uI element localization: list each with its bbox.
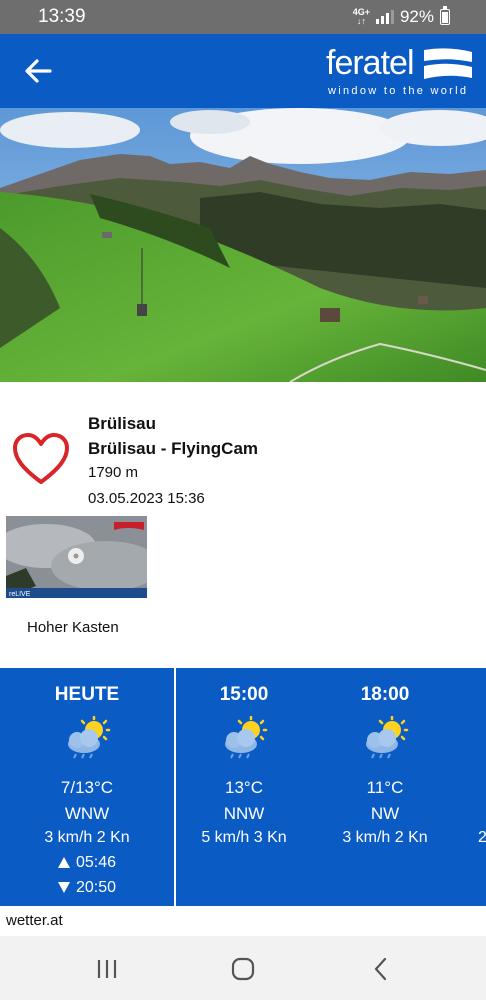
forecast-label: 18:00 bbox=[360, 684, 410, 705]
forecast-wind-speed: 3 km/h 2 Kn bbox=[44, 829, 130, 846]
back-icon[interactable] bbox=[366, 956, 396, 982]
forecast-wind-speed: 5 km/h 3 Kn bbox=[201, 829, 287, 846]
partly-sunny-rain-icon bbox=[68, 716, 111, 759]
signal-icon bbox=[375, 10, 394, 24]
home-icon[interactable] bbox=[228, 956, 258, 982]
forecast-temp: 7/13°C bbox=[60, 778, 114, 797]
battery-icon bbox=[440, 6, 450, 25]
sunset: 20:50 bbox=[0, 879, 174, 897]
forecast-wind-direction: WNW bbox=[64, 804, 110, 823]
webcam-image[interactable] bbox=[0, 108, 486, 382]
forecast-wind-direction: NW bbox=[370, 804, 400, 823]
status-bar: 13:39 4G+ ↓↑ 92% bbox=[0, 0, 486, 34]
altitude: 1790 m bbox=[88, 464, 139, 481]
related-webcam-thumbnail[interactable]: reLIVE bbox=[6, 516, 147, 598]
related-webcam-photo: reLIVE bbox=[6, 516, 147, 598]
forecast-label: 15:00 bbox=[219, 684, 269, 705]
forecast-wind-speed: 3 km/h 2 Kn bbox=[342, 829, 428, 846]
sunset-time: 20:50 bbox=[75, 879, 117, 896]
battery-percent: 92% bbox=[399, 7, 434, 26]
sunrise-icon bbox=[57, 857, 70, 869]
feratel-logo[interactable]: feratel window to the world bbox=[326, 42, 476, 102]
weather-forecast[interactable]: HEUTE 7/13°C WNW 3 km/h 2 Kn 05:46 20:50… bbox=[0, 668, 486, 906]
feratel-flag-logo bbox=[424, 48, 472, 79]
forecast-label: HEUTE bbox=[54, 684, 120, 705]
heart-outline-icon[interactable] bbox=[12, 432, 70, 486]
related-webcam-label[interactable]: Hoher Kasten bbox=[27, 619, 119, 636]
forecast-temp: 11°C bbox=[366, 778, 404, 797]
back-button[interactable] bbox=[20, 54, 56, 88]
forecast-next-clipped: 2 bbox=[478, 829, 486, 846]
network-indicator: 4G+ ↓↑ bbox=[353, 8, 370, 26]
place-name: Brülisau bbox=[88, 414, 157, 433]
brand-tagline: window to the world bbox=[328, 85, 469, 97]
sunrise-time: 05:46 bbox=[75, 854, 117, 871]
brand-name: feratel bbox=[326, 44, 414, 82]
status-time: 13:39 bbox=[38, 6, 86, 27]
data-arrows-icon: ↓↑ bbox=[356, 16, 366, 26]
forecast-1800[interactable]: 18:00 11°C NW 3 km/h 2 Kn bbox=[316, 668, 454, 906]
webcam-info: Brülisau Brülisau - FlyingCam 1790 m 03.… bbox=[0, 382, 486, 672]
weather-source-link[interactable]: wetter.at bbox=[6, 912, 63, 929]
app-header: feratel window to the world bbox=[0, 34, 486, 108]
forecast-today[interactable]: HEUTE 7/13°C WNW 3 km/h 2 Kn 05:46 20:50 bbox=[0, 668, 174, 906]
sunset-icon bbox=[57, 882, 70, 894]
forecast-1500[interactable]: 15:00 13°C NNW 5 km/h 3 Kn bbox=[176, 668, 312, 906]
recent-apps-icon[interactable] bbox=[92, 956, 122, 982]
system-nav-bar bbox=[0, 936, 486, 1000]
timestamp: 03.05.2023 15:36 bbox=[88, 490, 205, 507]
sunrise: 05:46 bbox=[0, 854, 174, 872]
webcam-photo bbox=[0, 108, 486, 382]
partly-sunny-rain-icon bbox=[366, 716, 409, 759]
forecast-temp: 13°C bbox=[225, 778, 263, 797]
status-indicators: 4G+ ↓↑ 92% bbox=[353, 6, 450, 27]
relive-badge: reLIVE bbox=[9, 591, 31, 598]
partly-sunny-rain-icon bbox=[225, 716, 268, 759]
webcam-name: Brülisau - FlyingCam bbox=[88, 439, 259, 458]
forecast-wind-direction: NNW bbox=[223, 804, 265, 823]
arrow-left-icon bbox=[25, 59, 52, 83]
